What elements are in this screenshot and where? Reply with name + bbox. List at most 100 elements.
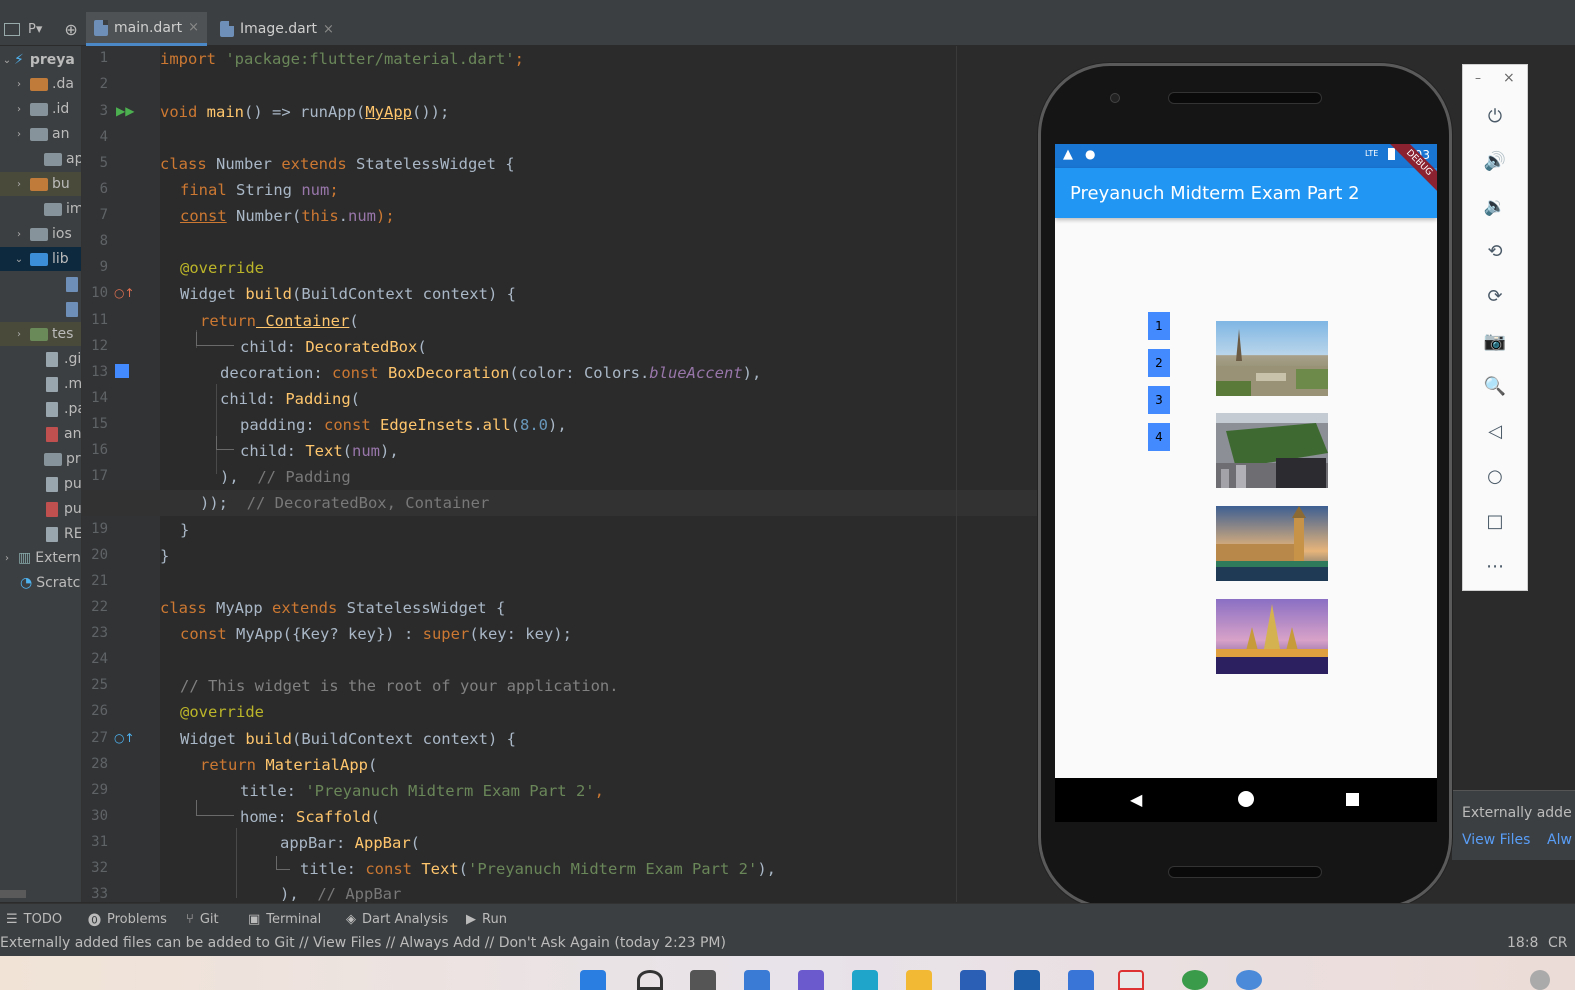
locate-file-icon[interactable]: ⊕ [64, 20, 77, 39]
tab-main-dart[interactable]: main.dart × [86, 12, 208, 46]
problems-icon: ⓿ [88, 913, 102, 929]
tree-item-file[interactable] [0, 272, 81, 296]
home-nav-icon[interactable] [1238, 791, 1254, 807]
explorer-icon[interactable] [906, 970, 932, 990]
tree-item-dart-tool[interactable]: › .da [0, 72, 81, 96]
chevron-right-icon[interactable]: › [12, 129, 26, 140]
code-line-7: const Number(this.num); [180, 207, 395, 225]
overview-icon[interactable]: □ [1463, 506, 1527, 536]
terminal-icon: ▣ [248, 911, 261, 927]
start-icon[interactable] [580, 970, 606, 990]
chevron-right-icon[interactable]: › [12, 104, 26, 115]
mail-icon[interactable] [1014, 970, 1040, 990]
home-icon[interactable]: ○ [1463, 461, 1527, 491]
override-marker-icon[interactable]: ○↑ [114, 286, 135, 300]
git-tool[interactable]: ⑂ Git [186, 904, 219, 934]
tray-icon[interactable] [1530, 970, 1550, 990]
widgets-icon[interactable] [744, 970, 770, 990]
problems-tool[interactable]: ⓿ Problems [88, 904, 167, 934]
tree-item-ap[interactable]: ap [0, 147, 81, 171]
run-icon: ▶ [466, 911, 476, 927]
chevron-down-icon[interactable]: ⌄ [0, 55, 14, 66]
code-line-10: Widget build(BuildContext context) { [180, 285, 516, 303]
volume-down-icon[interactable]: 🔉 [1463, 191, 1527, 221]
android-studio-icon[interactable] [1118, 970, 1144, 990]
terminal-tool[interactable]: ▣ Terminal [248, 904, 321, 934]
line-number: 5 [99, 155, 108, 171]
run-icon[interactable]: ▶▶ [116, 104, 134, 118]
line-number: 15 [91, 416, 108, 432]
emulator-screen[interactable]: ▲ ● LTE 4:03 Preyanuch Midterm Exam Part… [1055, 144, 1437, 822]
more-icon[interactable]: ⋯ [1463, 551, 1527, 581]
rotate-left-icon[interactable]: ⟲ [1463, 236, 1527, 266]
tree-label: pu [64, 476, 82, 492]
tree-item-gitignore[interactable]: .gi [0, 347, 81, 371]
tree-item-android[interactable]: › an [0, 122, 81, 146]
tree-item-ios[interactable]: › ios [0, 222, 81, 246]
run-tool[interactable]: ▶ Run [466, 904, 507, 934]
tree-item-scratches[interactable]: ◔ Scratc [0, 571, 81, 595]
view-files-link[interactable]: View Files [1462, 832, 1530, 848]
file-icon [46, 351, 58, 367]
line-separator[interactable]: CR [1548, 935, 1568, 951]
always-add-link[interactable]: Alw [1547, 832, 1572, 848]
tree-item-build[interactable]: › bu [0, 172, 81, 196]
tree-item-test[interactable]: › tes [0, 322, 81, 346]
tree-item-external-libraries[interactable]: › ▥ Extern [0, 546, 81, 570]
volume-up-icon[interactable]: 🔊 [1463, 146, 1527, 176]
close-icon[interactable]: × [323, 22, 334, 37]
chevron-down-icon[interactable]: ⌄ [12, 254, 26, 265]
close-button[interactable]: × [1503, 70, 1515, 86]
todo-tool[interactable]: ☰ TODO [6, 904, 62, 934]
vscode-icon[interactable] [1068, 970, 1094, 990]
camera-icon[interactable]: 📷 [1463, 326, 1527, 356]
tree-item-packages[interactable]: .pa [0, 397, 81, 421]
edge-icon[interactable] [852, 970, 878, 990]
project-toolbar: P▾ ⊕ [0, 12, 78, 46]
minimize-button[interactable]: – [1475, 71, 1481, 85]
tree-item-root[interactable]: ⌄ ⚡ preya [0, 48, 81, 72]
chevron-right-icon[interactable]: › [0, 553, 14, 564]
code-line-23: const MyApp({Key? key}) : super(key: key… [180, 625, 572, 643]
tab-image-dart[interactable]: Image.dart × [212, 12, 342, 46]
chevron-right-icon[interactable]: › [12, 179, 26, 190]
line-number: 10 [91, 285, 108, 301]
tree-item-pubspec-lock[interactable]: pu [0, 472, 82, 496]
tree-item-file[interactable] [0, 297, 81, 321]
rotate-right-icon[interactable]: ⟳ [1463, 281, 1527, 311]
store-icon[interactable] [960, 970, 986, 990]
caret-position[interactable]: 18:8 [1507, 935, 1538, 951]
tree-item-pubspec-yaml[interactable]: pu [0, 497, 81, 521]
project-view-dropdown[interactable]: P▾ [28, 22, 42, 37]
chevron-right-icon[interactable]: › [12, 329, 26, 340]
override-marker-icon[interactable]: ○↑ [114, 731, 135, 745]
search-icon[interactable] [637, 970, 663, 990]
chevron-right-icon[interactable]: › [12, 229, 26, 240]
code-line-27: Widget build(BuildContext context) { [180, 730, 516, 748]
color-swatch-icon[interactable] [115, 364, 129, 378]
zoom-icon[interactable]: 🔍 [1463, 371, 1527, 401]
tree-item-lib[interactable]: ⌄ lib [0, 247, 81, 271]
chat-icon[interactable] [798, 970, 824, 990]
chrome-icon[interactable] [1182, 970, 1208, 990]
close-icon[interactable]: × [188, 20, 199, 35]
tree-item-idea[interactable]: › .id [0, 97, 81, 121]
code-line-12: child: DecoratedBox( [240, 338, 427, 356]
app-icon[interactable] [1236, 970, 1262, 990]
task-view-icon[interactable] [690, 970, 716, 990]
project-panel-icon[interactable] [4, 22, 20, 36]
tree-item-pr[interactable]: pr [0, 447, 81, 471]
recents-nav-icon[interactable] [1346, 793, 1359, 806]
status-message[interactable]: Externally added files can be added to G… [0, 935, 726, 951]
tree-item-analysis[interactable]: an [0, 422, 81, 446]
back-nav-icon[interactable]: ◀ [1130, 790, 1142, 809]
chevron-right-icon[interactable]: › [12, 79, 26, 90]
tree-item-readme[interactable]: RE [0, 522, 81, 546]
power-icon[interactable]: ⏻ [1463, 101, 1527, 131]
dart-analysis-tool[interactable]: ◈ Dart Analysis [346, 904, 448, 934]
horizontal-scrollbar[interactable] [0, 890, 26, 898]
tree-item-metadata[interactable]: .m [0, 372, 81, 396]
back-icon[interactable]: ◁ [1463, 416, 1527, 446]
chat-icon: ● [1085, 147, 1096, 161]
tree-item-images[interactable]: im [0, 197, 81, 221]
